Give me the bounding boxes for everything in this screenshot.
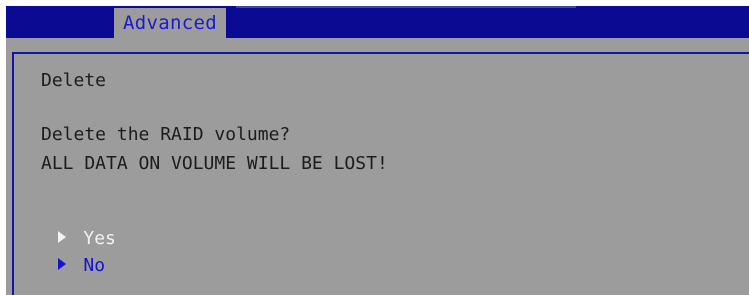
option-no[interactable]: No [15,233,105,276]
triangle-right-icon [58,258,67,270]
option-no-label: No [83,255,106,276]
dialog-message-line-1: Delete the RAID volume? [41,124,291,145]
dialog-title: Delete [41,70,107,91]
dialog-frame: Delete Delete the RAID volume? ALL DATA … [12,52,749,295]
tab-advanced[interactable]: Advanced [114,8,226,38]
bios-screen: Advanced Delete Delete the RAID volume? … [0,0,749,295]
header-line [236,6,576,8]
option-yes[interactable]: Yes [15,206,116,249]
dialog-message-line-2: ALL DATA ON VOLUME WILL BE LOST! [41,153,388,174]
